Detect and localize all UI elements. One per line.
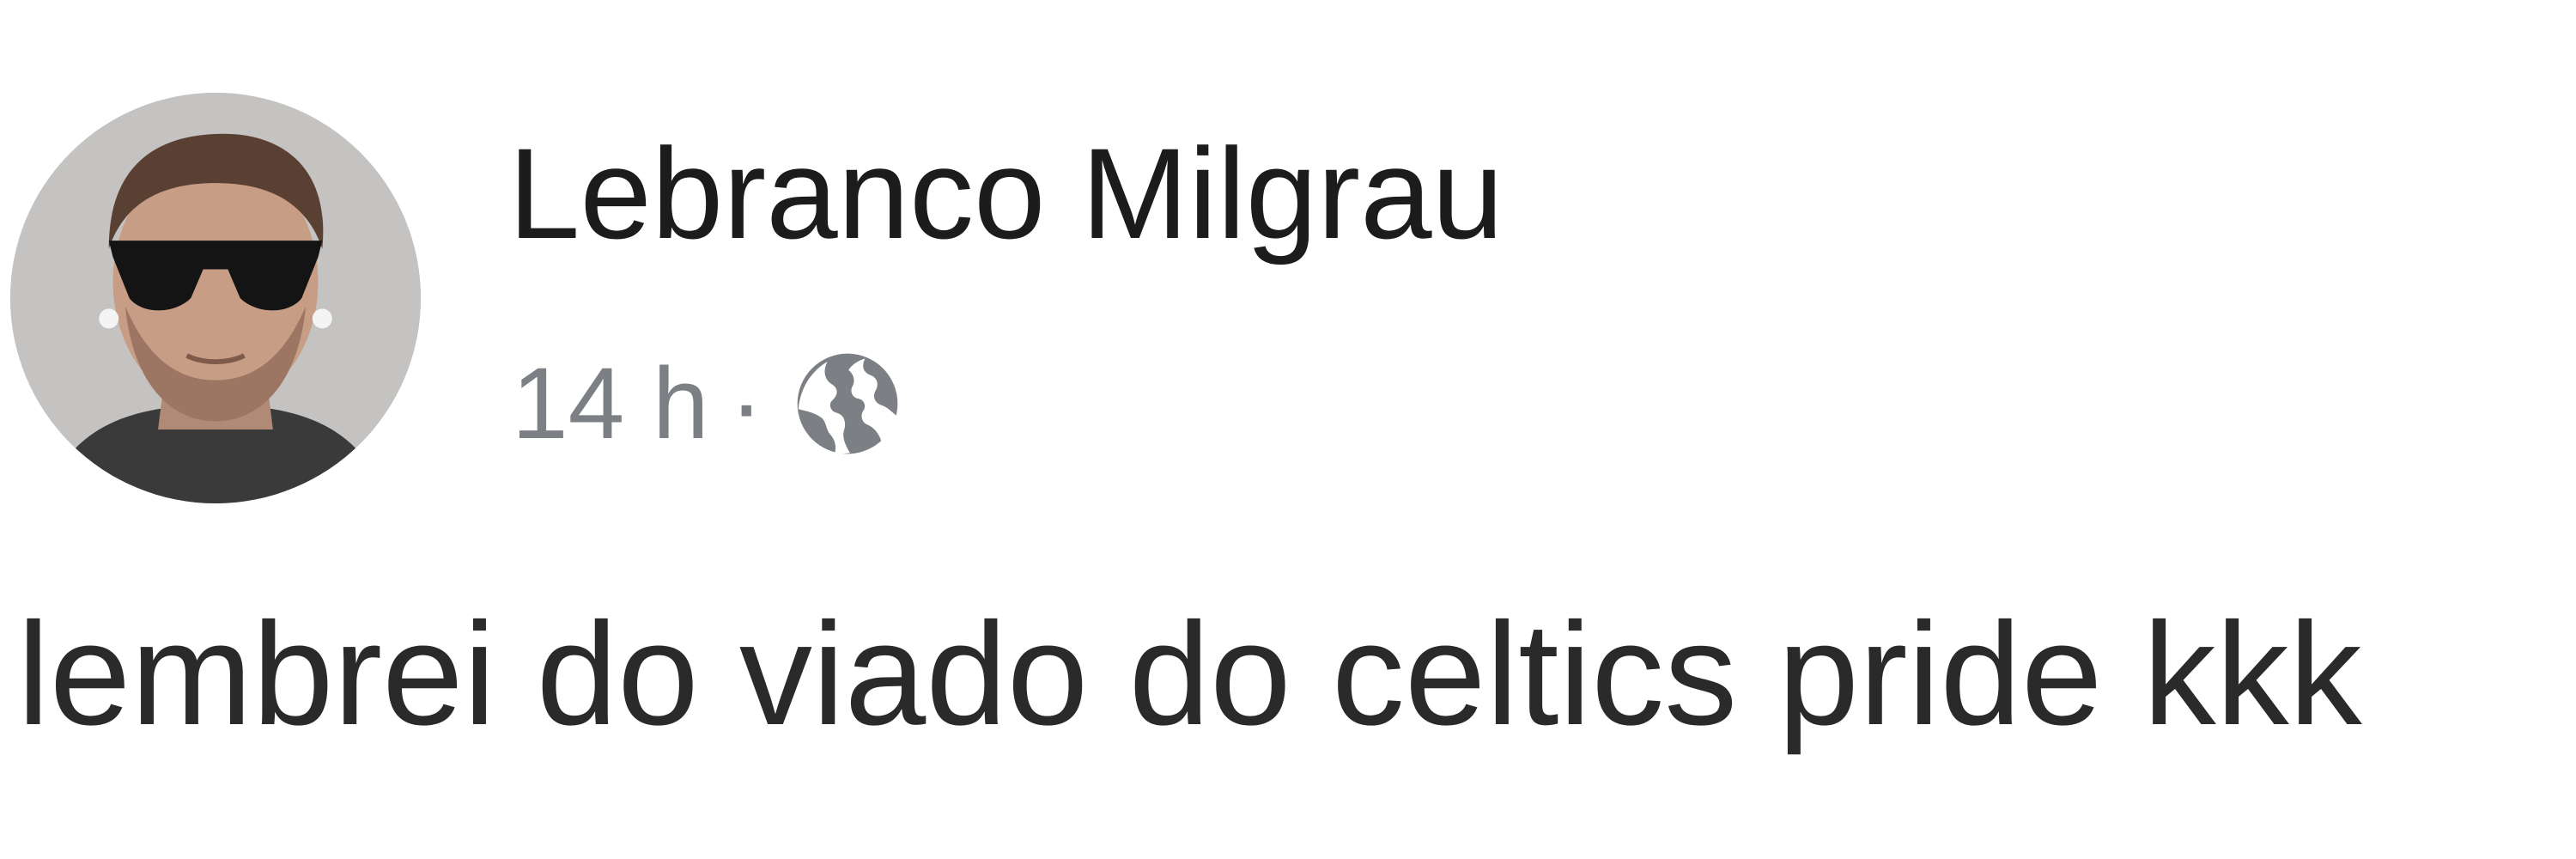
author-avatar[interactable]: [10, 93, 421, 503]
author-name[interactable]: Lebranco Milgrau: [508, 129, 1504, 258]
post-text: lembrei do viado do celtics pride kkk: [17, 593, 2362, 756]
meta-separator: ·: [729, 347, 763, 460]
post-timestamp[interactable]: 14 h: [512, 353, 709, 454]
post-meta: 14 h ·: [512, 344, 908, 464]
globe-icon[interactable]: [787, 344, 908, 464]
avatar-image: [10, 93, 421, 503]
post-card: Lebranco Milgrau 14 h · lembrei do viado…: [0, 0, 2576, 859]
